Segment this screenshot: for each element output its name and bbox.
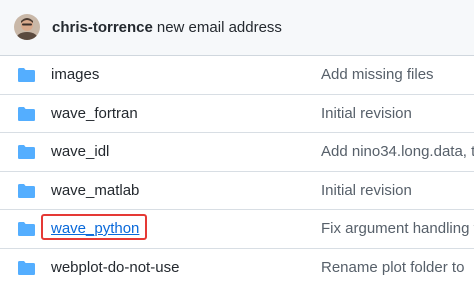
file-commit-message[interactable]: Add missing files <box>321 65 434 85</box>
file-name-link[interactable]: webplot-do-not-use <box>51 258 179 278</box>
file-row: images Add missing files <box>0 56 474 95</box>
folder-icon <box>17 260 36 276</box>
commit-message-link[interactable]: new email address <box>157 19 282 36</box>
folder-icon <box>17 67 36 83</box>
file-name-link[interactable]: wave_python <box>51 219 139 239</box>
file-name-link[interactable]: wave_idl <box>51 142 109 162</box>
repo-file-browser: chris-torrence new email address images A… <box>0 0 474 286</box>
file-commit-message[interactable]: Initial revision <box>321 104 412 124</box>
file-name-link[interactable]: wave_matlab <box>51 181 139 201</box>
folder-icon <box>17 106 36 122</box>
file-row: wave_idl Add nino34.long.data, t <box>0 133 474 172</box>
file-commit-message[interactable]: Initial revision <box>321 181 412 201</box>
commit-author-link[interactable]: chris-torrence <box>52 19 153 36</box>
file-name-link[interactable]: images <box>51 65 99 85</box>
file-name-link[interactable]: wave_fortran <box>51 104 138 124</box>
file-row: wave_fortran Initial revision <box>0 95 474 133</box>
folder-icon <box>17 221 36 237</box>
commit-summary: chris-torrence new email address <box>52 18 282 38</box>
file-commit-message[interactable]: Add nino34.long.data, t <box>321 142 474 162</box>
file-row: wave_matlab Initial revision <box>0 172 474 210</box>
file-commit-message[interactable]: Fix argument handling f <box>321 219 474 239</box>
file-row: wave_python Fix argument handling f <box>0 210 474 249</box>
file-list: images Add missing files wave_fortran In… <box>0 56 474 286</box>
file-row: webplot-do-not-use Rename plot folder to <box>0 249 474 286</box>
author-avatar[interactable] <box>14 14 40 40</box>
folder-icon <box>17 144 36 160</box>
latest-commit-bar: chris-torrence new email address <box>0 0 474 56</box>
folder-icon <box>17 183 36 199</box>
file-commit-message[interactable]: Rename plot folder to <box>321 258 464 278</box>
